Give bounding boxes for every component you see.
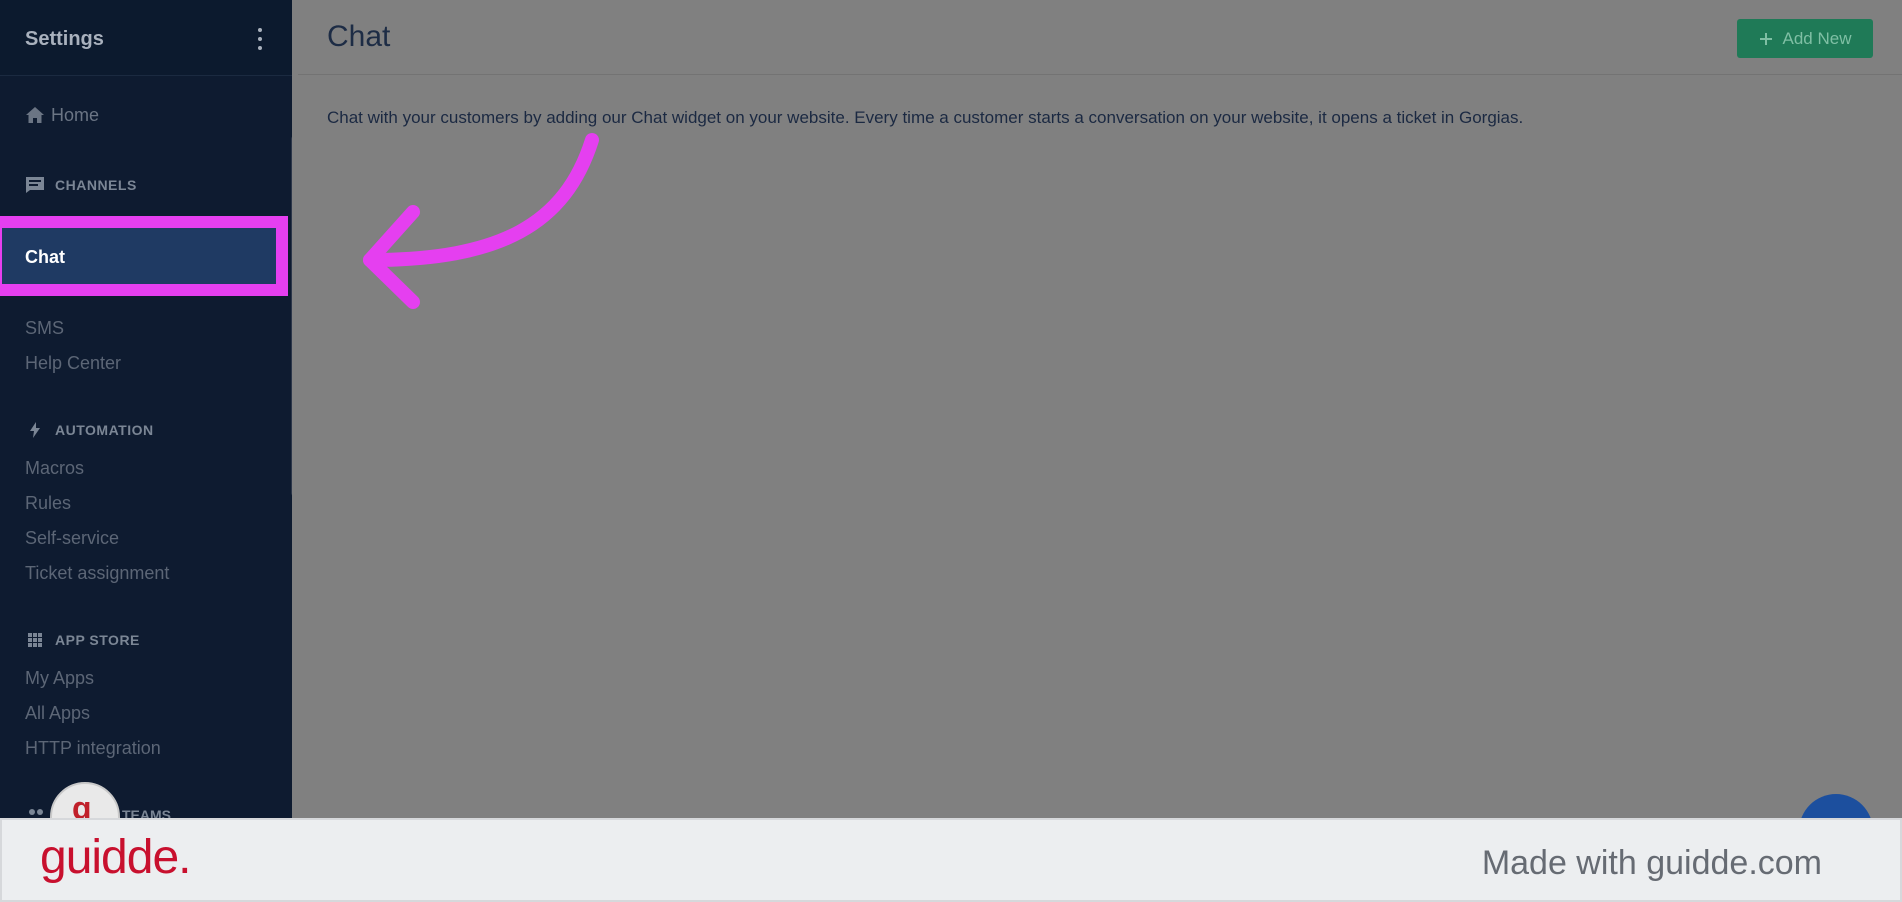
page-title: Chat [327, 20, 391, 53]
sidebar-item-ticket-assignment[interactable]: Ticket assignment [25, 563, 169, 584]
grid-icon [28, 633, 42, 647]
highlight-annotation [0, 216, 288, 296]
sidebar-item-http-integration[interactable]: HTTP integration [25, 738, 161, 759]
section-app-store: APP STORE [25, 630, 140, 650]
section-label: CHANNELS [55, 177, 137, 193]
page-header: Chat Add New [298, 0, 1902, 75]
sidebar-item-rules[interactable]: Rules [25, 493, 71, 514]
footer-bar: guidde. Made with guidde.com [0, 818, 1902, 902]
sidebar-item-self-service[interactable]: Self-service [25, 528, 119, 549]
home-icon [26, 107, 44, 123]
avatar[interactable]: g [50, 782, 120, 818]
section-label-teams: TEAMS [122, 807, 171, 818]
sidebar-item-label: Home [51, 104, 100, 125]
chat-icon [26, 177, 44, 193]
section-channels: CHANNELS [25, 175, 137, 195]
section-label: APP STORE [55, 632, 140, 648]
section-label: AUTOMATION [55, 422, 154, 438]
avatar-letter: g [72, 790, 92, 818]
add-new-button[interactable]: Add New [1737, 19, 1873, 58]
pointer-arrow-annotation [363, 133, 599, 309]
sidebar-item-home[interactable]: Home [25, 104, 99, 126]
sidebar-item-my-apps[interactable]: My Apps [25, 668, 94, 689]
section-automation: AUTOMATION [25, 420, 154, 440]
guidde-logo: guidde. [40, 831, 191, 884]
sidebar-item-help-center[interactable]: Help Center [25, 353, 121, 374]
sidebar-item-macros[interactable]: Macros [25, 458, 84, 479]
bolt-icon [30, 422, 40, 438]
sidebar-title: Settings [25, 28, 104, 50]
main-content: Chat Add New Chat with your customers by… [298, 0, 1902, 868]
sidebar-item-sms[interactable]: SMS [25, 318, 64, 339]
made-with-text: Made with guidde.com [1481, 844, 1822, 882]
sidebar-header: Settings [0, 0, 292, 76]
more-options-icon[interactable] [255, 28, 265, 50]
page-description: Chat with your customers by adding our C… [327, 108, 1524, 127]
sidebar-scrollbar[interactable] [291, 136, 292, 496]
plus-icon [1759, 32, 1772, 45]
add-new-label: Add New [1782, 28, 1852, 48]
settings-sidebar: Settings Home CHANNELS Chat SMS Help Cen… [0, 0, 292, 818]
sidebar-item-all-apps[interactable]: All Apps [25, 703, 90, 724]
teams-icon [29, 809, 43, 815]
